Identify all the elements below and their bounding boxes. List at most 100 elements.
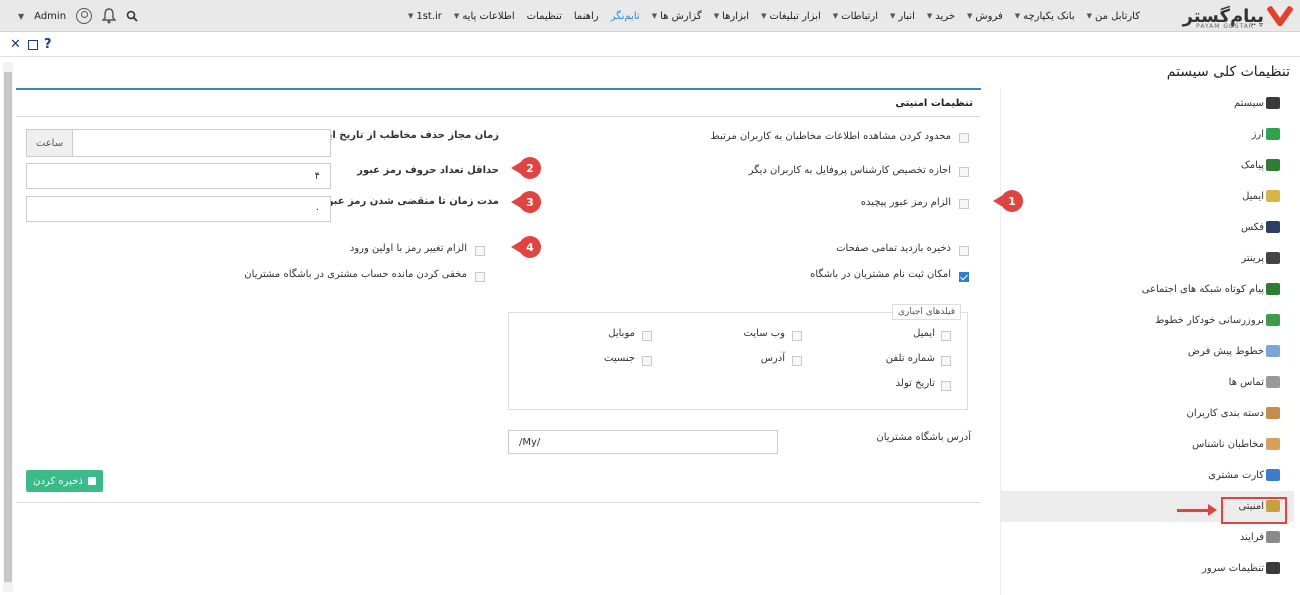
phone-required-label: شماره تلفن [885,353,935,364]
sidebar-item[interactable]: مخاطبان ناشناس [1001,429,1294,460]
nav-item[interactable]: اطلاعات پایه ▼ [454,11,515,22]
force-change-label: الزام تغییر رمز با اولین ورود [349,243,467,254]
user-avatar-icon[interactable] [76,8,93,24]
sidebar-item-icon [1266,252,1280,264]
annotation-number: 4 [519,236,541,258]
sidebar-item[interactable]: فکس [1001,212,1294,243]
nav-item[interactable]: 1st.ir ▼ [408,11,442,22]
chevron-down-icon: ▼ [713,12,720,20]
sidebar-item[interactable]: فرایند [1001,522,1294,553]
sidebar-item[interactable]: سیستم [1001,88,1294,119]
search-icon[interactable] [126,10,138,22]
expire-input[interactable]: ۰ [26,196,331,222]
force-change-checkbox[interactable] [475,246,485,256]
nav-item[interactable]: ابزار تبلیغات ▼ [761,11,821,22]
arrow-icon [1177,504,1217,516]
min-chars-label: حداقل تعداد حروف رمز عبور [357,165,499,176]
customer-register-checkbox[interactable] [959,272,969,282]
nav-item[interactable]: ارتباطات ▼ [833,11,878,22]
complex-password-checkbox[interactable] [959,199,969,209]
sidebar-item[interactable]: تنظیمات سرور [1001,553,1294,584]
sidebar-item-label: بروزرسانی خودکار خطوط [1155,315,1264,326]
logo[interactable]: پیام‌گستر PAYAM GOSTAR [1150,3,1294,30]
gender-required-label: جنسیت [604,353,635,364]
required-fields-legend: فیلدهای اجباری [891,304,961,320]
sidebar-item[interactable]: ارز [1001,119,1294,150]
logo-subtitle: PAYAM GOSTAR [1196,23,1254,30]
delete-time-input[interactable]: ساعت [26,129,331,157]
sidebar-item-label: ایمیل [1242,191,1264,202]
annotation-number: 1 [1001,190,1023,212]
panel-title: تنظیمات امنیتی [895,98,973,109]
chevron-down-icon: ▼ [967,12,973,20]
nav-item[interactable]: فروش ▼ [967,11,1003,22]
nav-item[interactable]: کارتابل من ▼ [1087,11,1140,22]
nav-item-label: خرید [935,10,956,22]
sidebar-item-icon [1266,469,1280,481]
sidebar-item-icon [1266,97,1280,109]
chevron-down-icon: ▼ [453,12,460,20]
nav-item-label: فروش [975,10,1003,22]
restrict-view-checkbox[interactable] [959,133,969,143]
sidebar-item[interactable]: بروزرسانی خودکار خطوط [1001,305,1294,336]
user-name[interactable]: Admin [34,11,66,22]
top-navigation-bar: پیام‌گستر PAYAM GOSTAR کارتابل من ▼ بانک ی… [0,0,1300,32]
allow-assign-checkbox[interactable] [959,167,969,177]
sidebar-item[interactable]: پرینتر [1001,243,1294,274]
nav-item[interactable]: ابزارها ▼ [714,11,749,22]
nav-item[interactable]: گزارش ها ▼ [652,11,702,22]
logo-mark-icon [1266,5,1294,27]
nav-item[interactable]: انبار ▼ [890,11,915,22]
bell-icon[interactable] [102,8,117,24]
gender-required-checkbox[interactable] [642,356,652,366]
help-icon[interactable]: ? [44,37,52,52]
club-address-label: آدرس باشگاه مشتریان [876,432,971,443]
phone-required-checkbox[interactable] [941,356,951,366]
sidebar-item[interactable]: تماس ها [1001,367,1294,398]
sidebar-item[interactable]: خطوط پیش فرض [1001,336,1294,367]
sidebar-item[interactable]: دسته بندی کاربران [1001,398,1294,429]
website-required-checkbox[interactable] [792,331,802,341]
nav-item[interactable]: خرید ▼ [927,11,955,22]
nav-item-label: گزارش ها [660,10,702,22]
maximize-icon[interactable] [28,40,38,50]
club-address-input[interactable]: /My/ [508,430,778,454]
expire-label: مدت زمان تا منقضی شدن رمز عبور [321,196,499,207]
nav-item[interactable]: تنظیمات [527,11,562,22]
nav-item-label: اطلاعات پایه [462,10,515,22]
nav-item[interactable]: بانک یکپارچه ▼ [1015,11,1075,22]
sidebar-item-label: دسته بندی کاربران [1186,408,1264,419]
nav-item[interactable]: تایم‌نگر [611,11,640,22]
sidebar-item-label: کارت مشتری [1208,470,1264,481]
address-required-checkbox[interactable] [792,356,802,366]
email-required-label: ایمیل [913,328,935,339]
delete-time-label: زمان مجاز حذف مخاطب از تاریخ ایجاد [312,130,499,141]
sidebar-item[interactable]: پیام کوتاه شبکه های اجتماعی [1001,274,1294,305]
nav-item[interactable]: راهنما [574,11,599,22]
hide-balance-checkbox[interactable] [475,272,485,282]
mobile-required-checkbox[interactable] [642,331,652,341]
sidebar-item[interactable]: پیامک [1001,150,1294,181]
nav-item-label: ابزار تبلیغات [769,10,821,22]
annotation-badge-2: 2 [511,157,541,179]
nav-item-label: انبار [898,10,915,22]
chevron-down-icon[interactable]: ▼ [18,12,24,21]
email-required-checkbox[interactable] [941,331,951,341]
scrollbar-thumb[interactable] [4,72,12,582]
sidebar-item-icon [1266,438,1280,450]
website-required-label: وب سایت [743,328,785,339]
birthdate-required-checkbox[interactable] [941,381,951,391]
save-button[interactable]: ذخیره کردن [26,470,103,492]
main-menu: کارتابل من ▼ بانک یکپارچه ▼ فروش ▼ خرید ▼ انبار ▼… [408,0,1140,32]
mobile-required-label: موبایل [608,328,635,339]
window-controls-bar: ✕ ? [0,33,1300,57]
vertical-scrollbar[interactable] [3,62,13,592]
sidebar-item-icon [1266,407,1280,419]
sidebar-item[interactable]: ایمیل [1001,181,1294,212]
sidebar-item[interactable]: کارت مشتری [1001,460,1294,491]
min-chars-input[interactable]: ۴ [26,163,331,189]
sidebar-item-label: سیستم [1234,98,1264,109]
save-visits-checkbox[interactable] [959,246,969,256]
annotation-badge-3: 3 [511,191,541,213]
close-icon[interactable]: ✕ [10,37,21,52]
